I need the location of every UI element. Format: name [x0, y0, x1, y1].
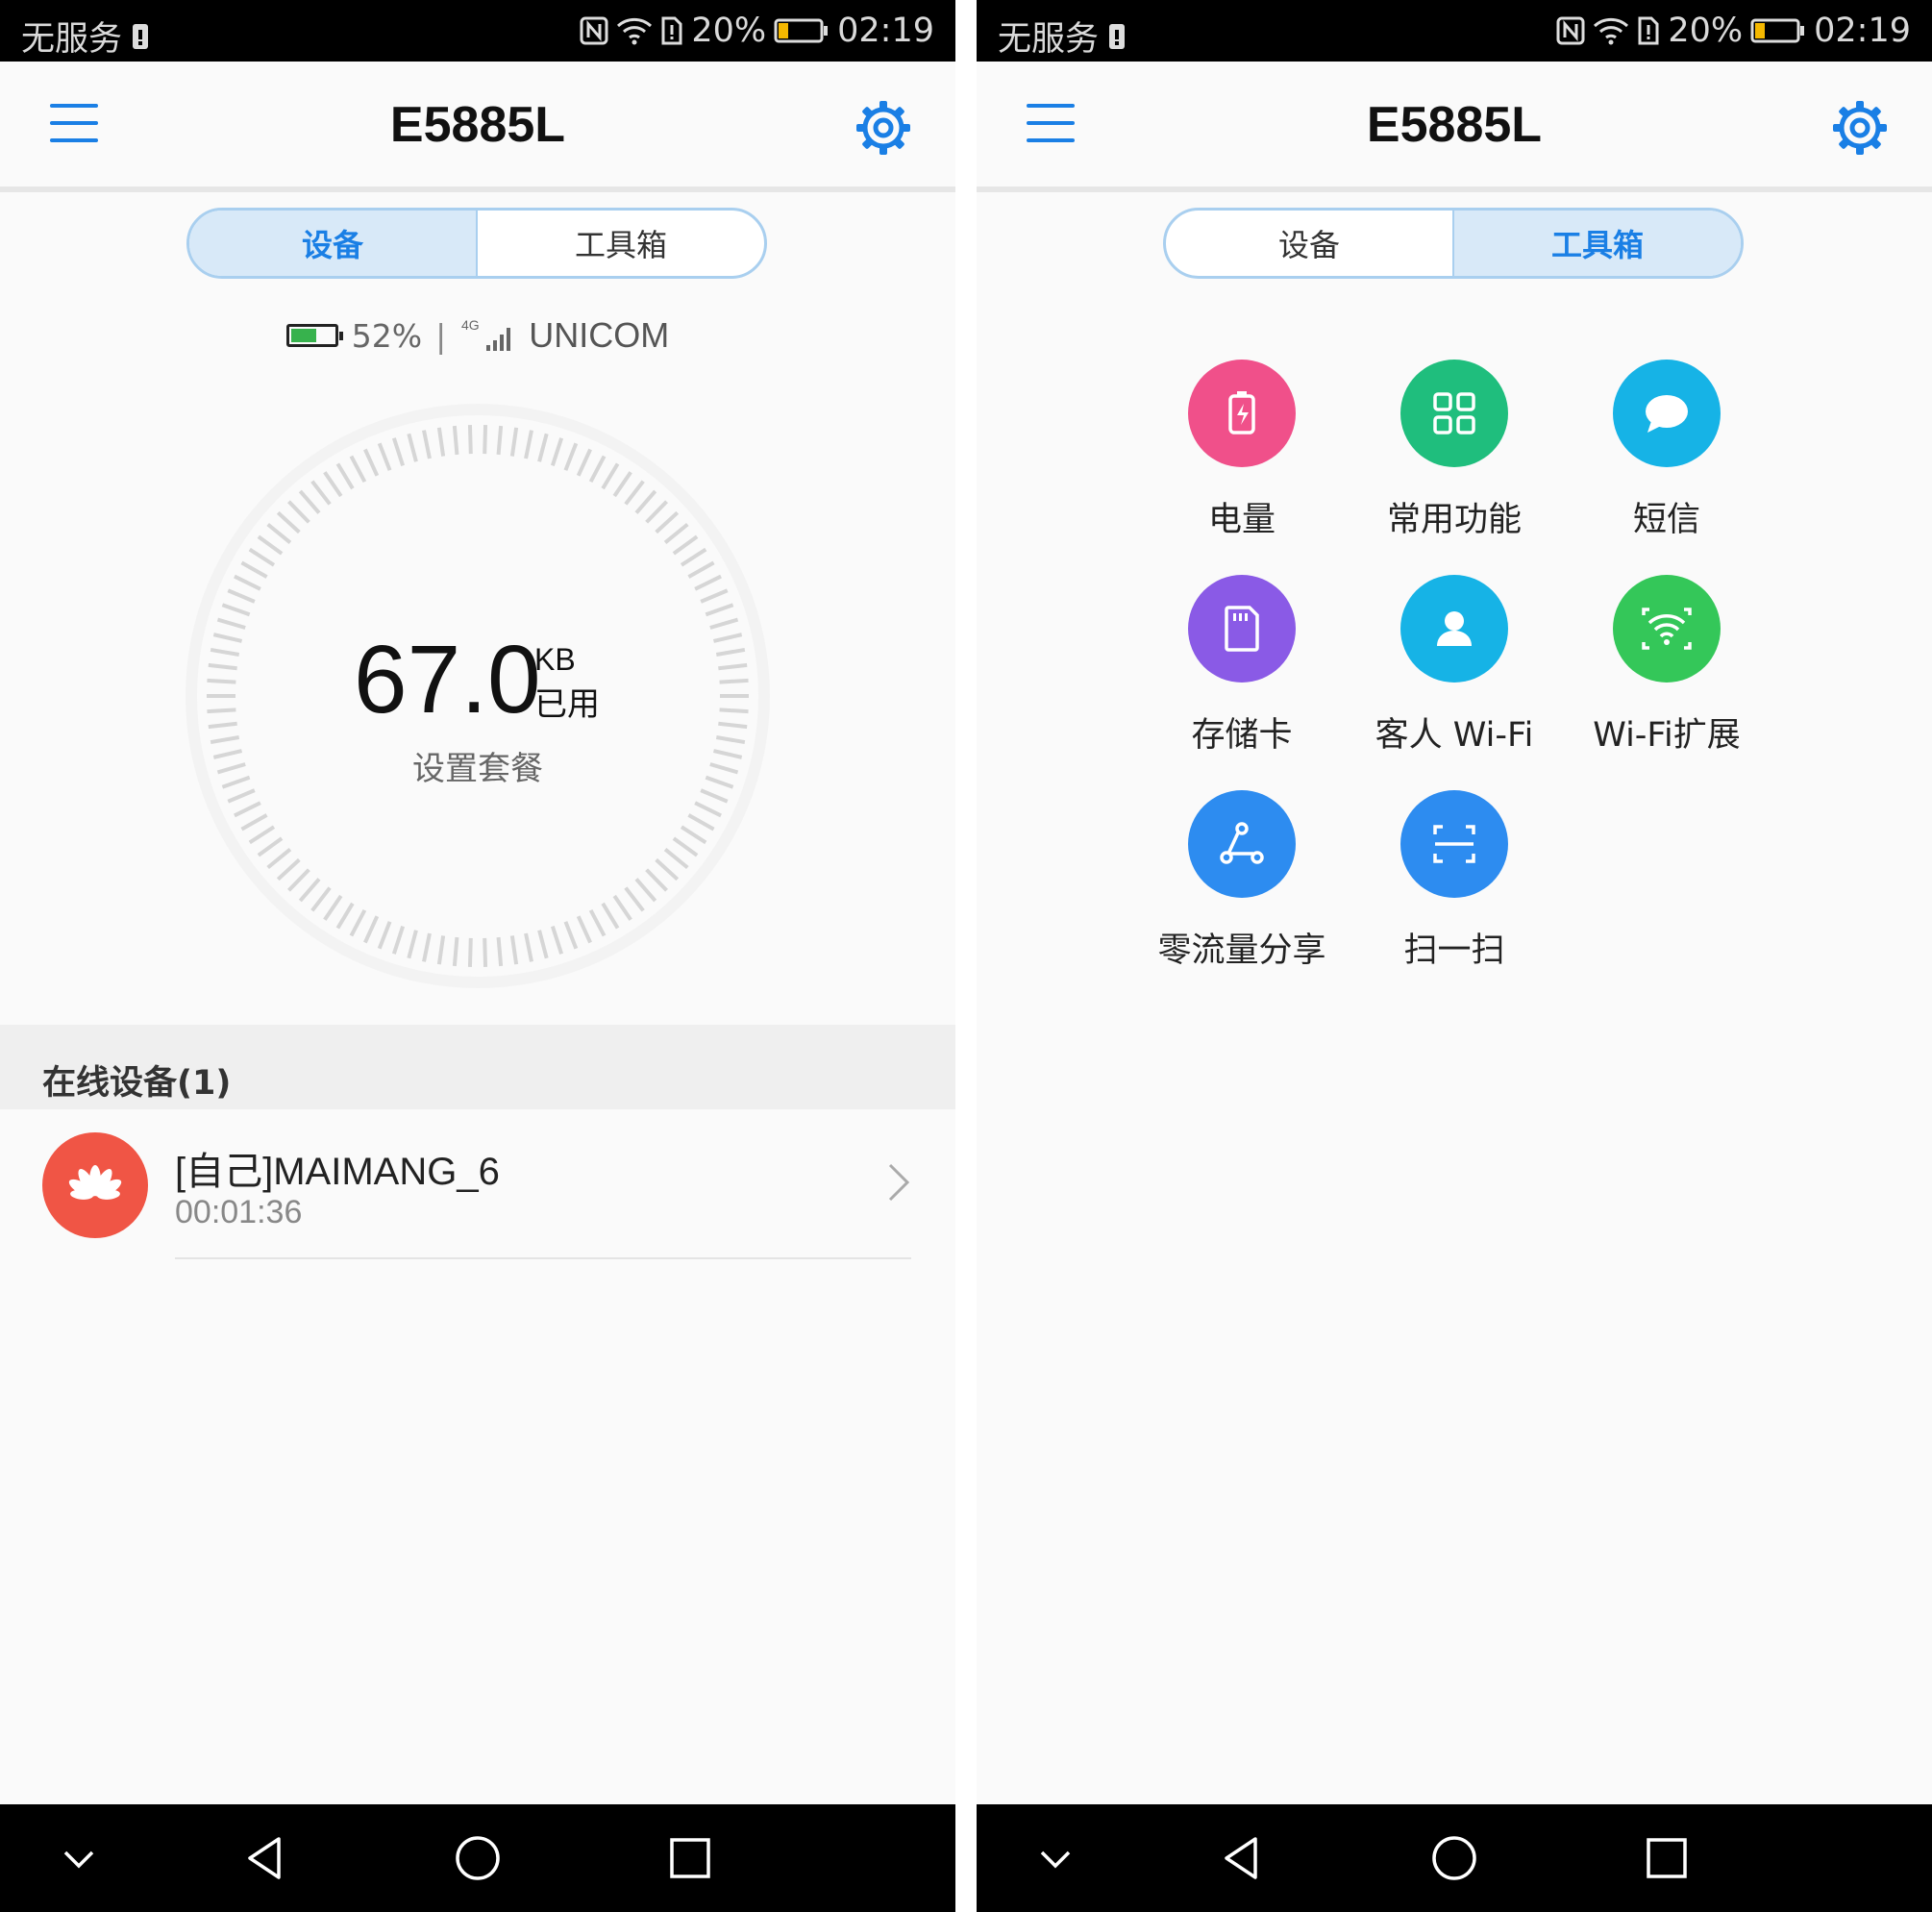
- device-screen: 无服务 20% 02:19 E5885L 设备 工具箱 52% | 4G UNI…: [0, 0, 955, 1912]
- recents-icon[interactable]: [663, 1831, 717, 1885]
- tab-toolbox[interactable]: 工具箱: [476, 211, 764, 276]
- gauge-tick: [452, 425, 459, 456]
- battery-percent-text: 20%: [691, 12, 767, 50]
- network-type-label: 4G: [461, 317, 480, 333]
- tool-label: Wi-Fi扩展: [1593, 716, 1741, 755]
- gear-icon[interactable]: [855, 100, 911, 156]
- set-plan-link[interactable]: 设置套餐: [0, 742, 955, 789]
- carrier-status-text: 无服务: [21, 20, 123, 59]
- alert-sim-icon: [661, 16, 682, 45]
- gauge-tick: [719, 708, 749, 714]
- status-bar: 无服务 20% 02:19: [977, 0, 1932, 62]
- toolbox-screen: 无服务 20% 02:19 E5885L 设备 工具箱 电量 常用功能 短信 存…: [977, 0, 1932, 1912]
- phone-battery-icon: [1750, 18, 1805, 43]
- clock-text: 02:19: [1814, 12, 1911, 50]
- sim-icon: [133, 23, 149, 49]
- chevron-right-icon: [888, 1163, 910, 1202]
- usage-used-label: 已用: [534, 685, 600, 724]
- wifi-extend-icon: [1613, 575, 1721, 683]
- usage-unit: KB: [534, 642, 576, 677]
- carrier-status-text: 无服务: [998, 20, 1100, 59]
- list-item[interactable]: [自己]MAIMANG_6 00:01:36: [0, 1109, 955, 1259]
- clock-text: 02:19: [837, 12, 934, 50]
- segment-control: 设备 工具箱: [186, 208, 767, 279]
- info-separator: |: [435, 316, 447, 355]
- signal-icon: 4G: [461, 317, 511, 351]
- tab-device[interactable]: 设备: [1166, 211, 1452, 276]
- gauge-tick: [467, 425, 473, 455]
- divider: [175, 1257, 911, 1259]
- tab-device[interactable]: 设备: [189, 211, 476, 276]
- device-duration: 00:01:36: [175, 1194, 303, 1230]
- gauge-tick: [452, 936, 459, 967]
- wifi-icon: [617, 17, 653, 45]
- battery-percent-text: 20%: [1668, 12, 1744, 50]
- sim-icon: [1109, 23, 1126, 49]
- chevron-down-icon[interactable]: [52, 1831, 106, 1885]
- nfc-icon: [1556, 16, 1585, 45]
- avatar: [42, 1132, 148, 1238]
- back-icon[interactable]: [238, 1831, 292, 1885]
- recents-icon[interactable]: [1640, 1831, 1694, 1885]
- tool-scan[interactable]: 扫一扫: [1310, 790, 1598, 972]
- home-icon[interactable]: [1427, 1831, 1481, 1885]
- router-battery-icon: [285, 324, 343, 347]
- tool-sms[interactable]: 短信: [1523, 360, 1811, 541]
- gauge-tick: [483, 425, 488, 455]
- chevron-down-icon[interactable]: [1028, 1831, 1082, 1885]
- share-icon: [1188, 790, 1296, 898]
- online-devices-title: 在线设备(1): [42, 1064, 232, 1103]
- tab-toolbox[interactable]: 工具箱: [1452, 211, 1741, 276]
- gauge-tick: [467, 937, 473, 967]
- back-icon[interactable]: [1215, 1831, 1269, 1885]
- scan-icon: [1400, 790, 1508, 898]
- tool-wifi-extend[interactable]: Wi-Fi扩展: [1523, 575, 1811, 757]
- segment-control: 设备 工具箱: [1163, 208, 1744, 279]
- nfc-icon: [580, 16, 608, 45]
- system-nav-bar: [977, 1804, 1932, 1912]
- tool-label: 扫一扫: [1403, 931, 1505, 970]
- grid-icon: [1400, 360, 1508, 467]
- guest-user-icon: [1400, 575, 1508, 683]
- status-bar: 无服务 20% 02:19: [0, 0, 955, 62]
- home-icon[interactable]: [451, 1831, 505, 1885]
- gauge-tick: [207, 708, 236, 714]
- connection-info: 52% | 4G UNICOM: [0, 315, 955, 356]
- online-devices-header: 在线设备(1): [0, 1025, 955, 1109]
- tool-label: 短信: [1632, 501, 1700, 539]
- gauge-tick: [719, 678, 749, 684]
- device-name: [自己]MAIMANG_6: [175, 1151, 500, 1193]
- page-title: E5885L: [1366, 97, 1543, 153]
- battery-icon: [1188, 360, 1296, 467]
- wifi-icon: [1594, 17, 1629, 45]
- usage-value: 67.0: [354, 626, 541, 733]
- gauge-tick: [496, 425, 504, 456]
- huawei-logo-icon: [68, 1165, 122, 1200]
- router-battery-percent: 52%: [351, 316, 423, 355]
- app-header: E5885L: [0, 62, 955, 192]
- gauge-tick: [483, 937, 488, 967]
- gear-icon[interactable]: [1832, 100, 1888, 156]
- phone-battery-icon: [774, 18, 829, 43]
- message-icon: [1613, 360, 1721, 467]
- sd-card-icon: [1188, 575, 1296, 683]
- app-header: E5885L: [977, 62, 1932, 192]
- alert-sim-icon: [1638, 16, 1659, 45]
- page-title: E5885L: [389, 97, 566, 153]
- gauge-tick: [496, 936, 504, 967]
- carrier-name: UNICOM: [529, 315, 670, 355]
- gauge-tick: [207, 678, 236, 684]
- system-nav-bar: [0, 1804, 955, 1912]
